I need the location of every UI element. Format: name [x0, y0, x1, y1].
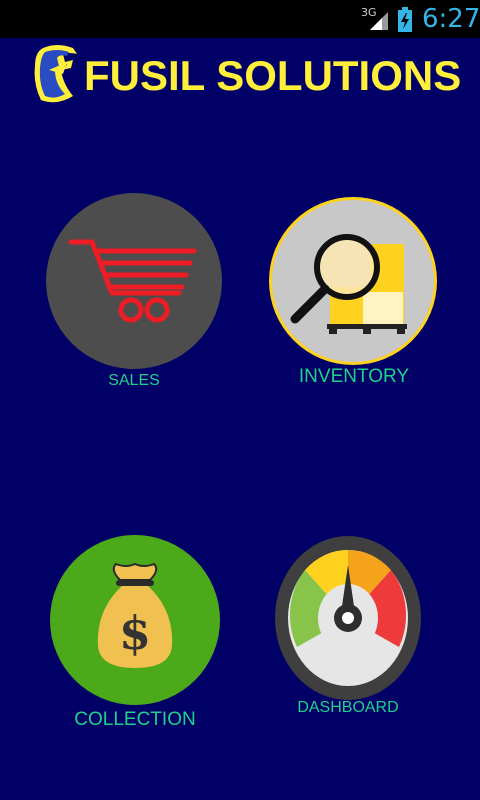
- inventory-label: INVENTORY: [298, 366, 410, 387]
- clock: 6:27: [422, 4, 480, 34]
- status-bar: 3G 6:27: [0, 0, 480, 38]
- magnifier-boxes-icon: [269, 197, 437, 365]
- battery-charging-icon: [397, 7, 413, 37]
- dashboard-button[interactable]: DASHBOARD: [275, 535, 421, 725]
- inventory-button[interactable]: INVENTORY: [265, 197, 443, 397]
- sales-button[interactable]: SALES: [44, 193, 224, 393]
- money-bag-icon: $: [50, 535, 220, 705]
- collection-button[interactable]: $ COLLECTION: [50, 534, 220, 734]
- sales-label: SALES: [108, 372, 160, 389]
- app-title: FUSIL SOLUTIONS: [84, 52, 462, 99]
- dashboard-label: DASHBOARD: [297, 699, 399, 716]
- gauge-icon: [275, 536, 421, 700]
- fusil-logo-icon: [33, 44, 81, 110]
- shopping-cart-icon: [46, 193, 222, 369]
- svg-text:$: $: [119, 606, 151, 660]
- collection-label: COLLECTION: [74, 709, 196, 730]
- signal-icon: [368, 10, 390, 36]
